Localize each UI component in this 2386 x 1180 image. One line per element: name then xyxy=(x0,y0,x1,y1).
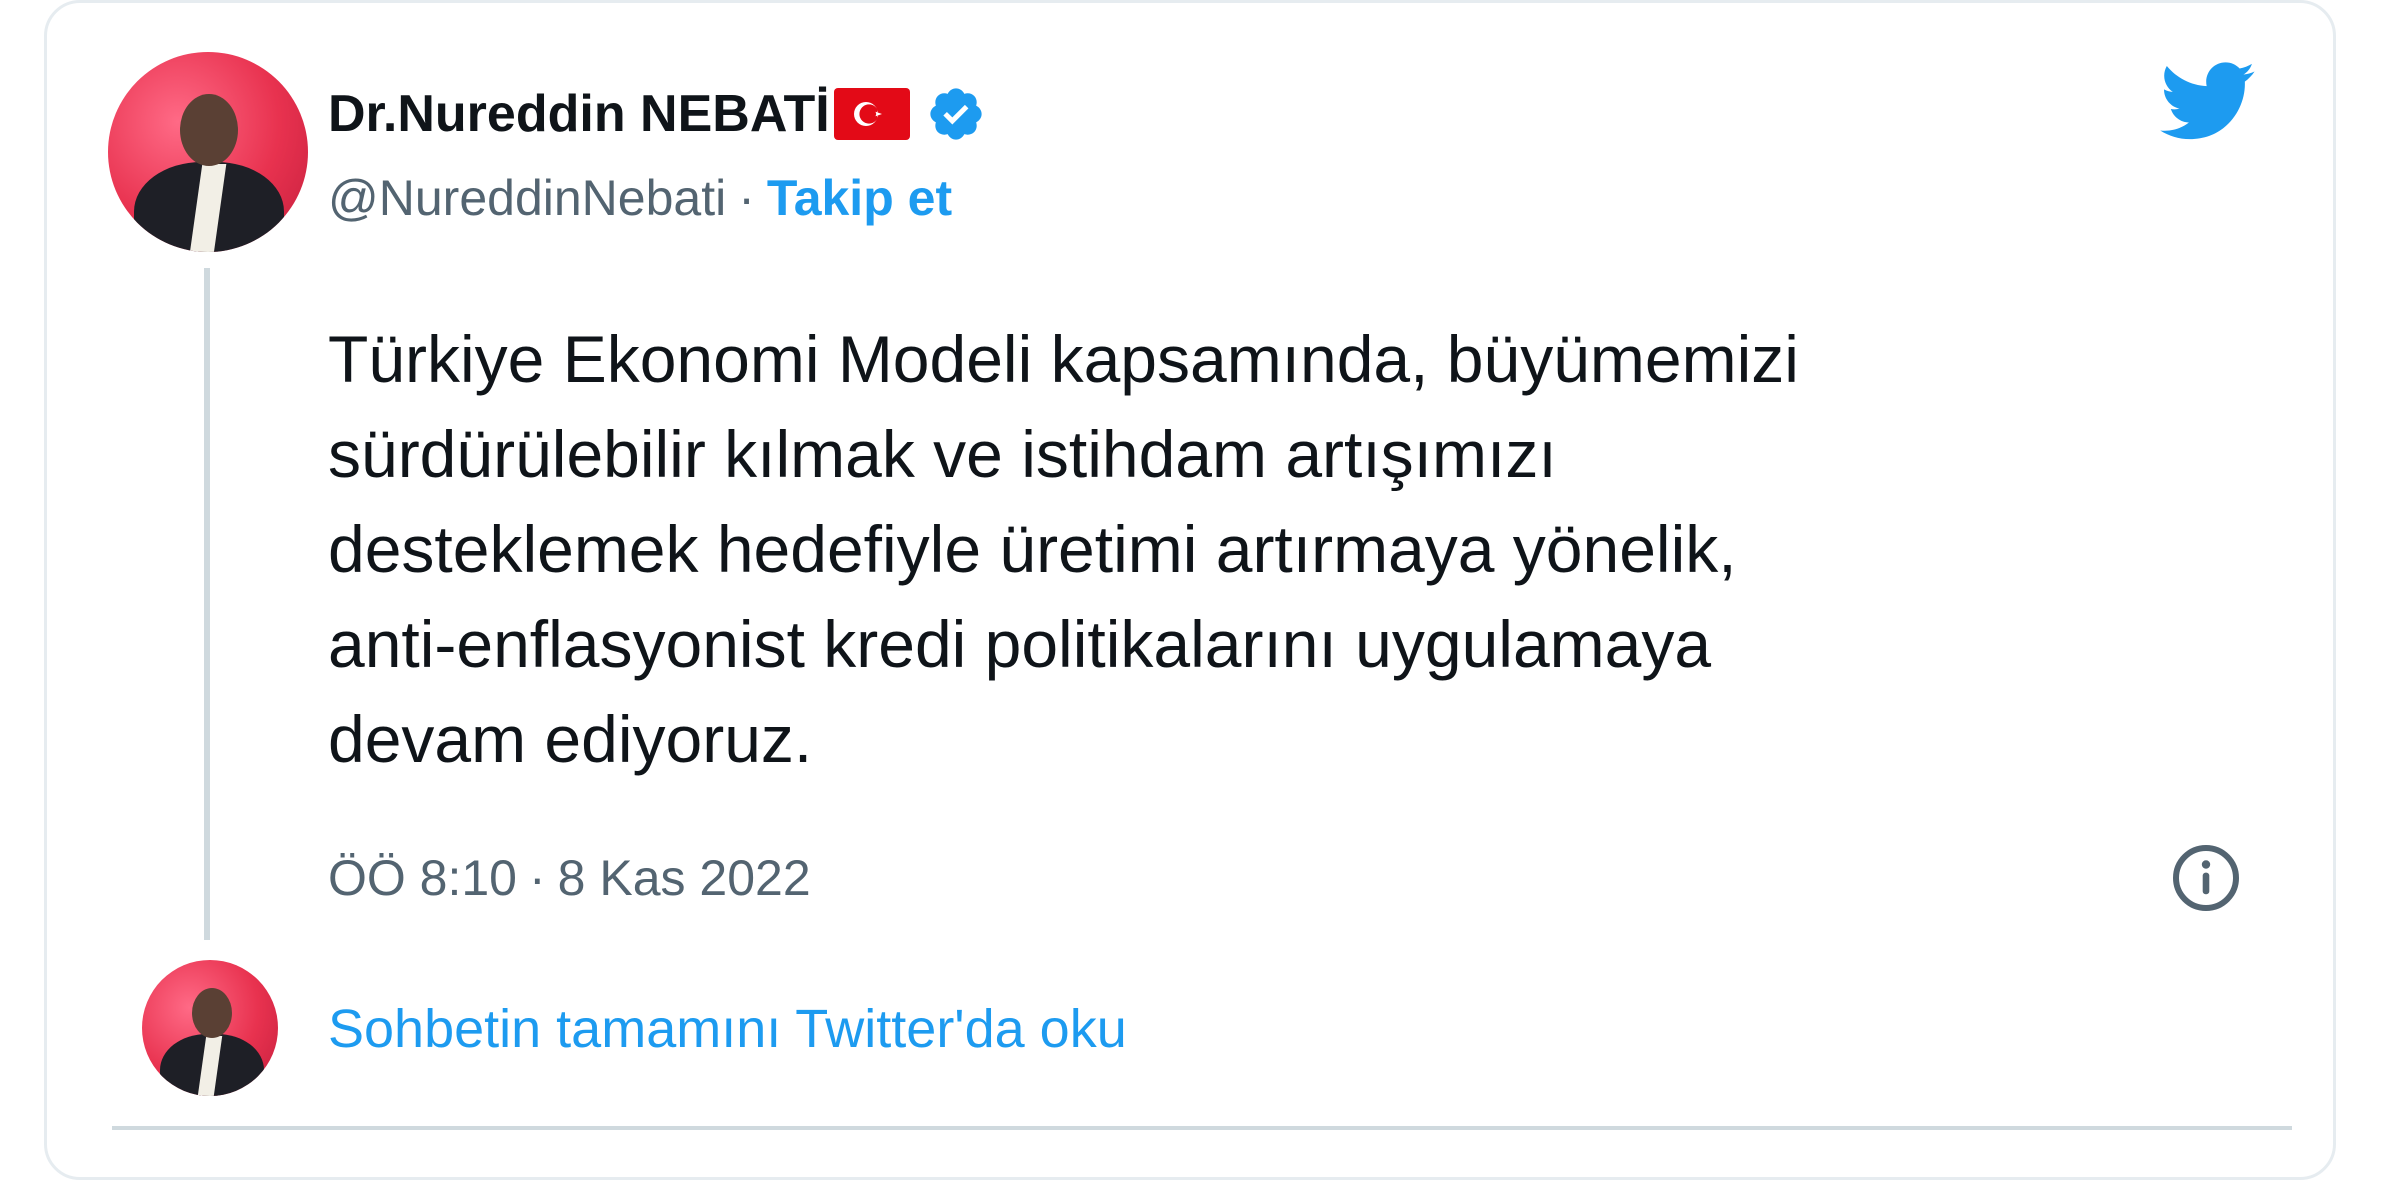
author-name[interactable]: Dr.Nureddin NEBATİ xyxy=(328,84,830,144)
read-conversation-link[interactable]: Sohbetin tamamını Twitter'da oku xyxy=(328,998,1127,1060)
verified-badge-icon xyxy=(930,88,982,140)
turkey-flag-icon xyxy=(833,88,910,140)
timestamp-row[interactable]: ÖÖ 8:10 · 8 Kas 2022 xyxy=(328,846,811,910)
tweet-text: Türkiye Ekonomi Modeli kapsamında, büyüm… xyxy=(328,322,1799,776)
handle-separator: · xyxy=(738,170,755,226)
info-icon[interactable] xyxy=(2170,842,2242,914)
author-name-row[interactable]: Dr.Nureddin NEBATİ xyxy=(328,82,986,146)
reply-avatar[interactable] xyxy=(142,960,278,1096)
tweet-time[interactable]: ÖÖ 8:10 xyxy=(328,849,517,907)
author-avatar[interactable] xyxy=(108,52,308,252)
handle-row: @NureddinNebati · Takip et xyxy=(328,166,952,230)
follow-button[interactable]: Takip et xyxy=(767,169,952,227)
divider xyxy=(112,1126,2292,1130)
tweet-date[interactable]: 8 Kas 2022 xyxy=(558,849,811,907)
twitter-logo-icon[interactable] xyxy=(2160,62,2256,142)
timestamp-separator: · xyxy=(529,850,546,906)
thread-line xyxy=(204,268,210,940)
author-handle[interactable]: @NureddinNebati xyxy=(328,169,726,227)
